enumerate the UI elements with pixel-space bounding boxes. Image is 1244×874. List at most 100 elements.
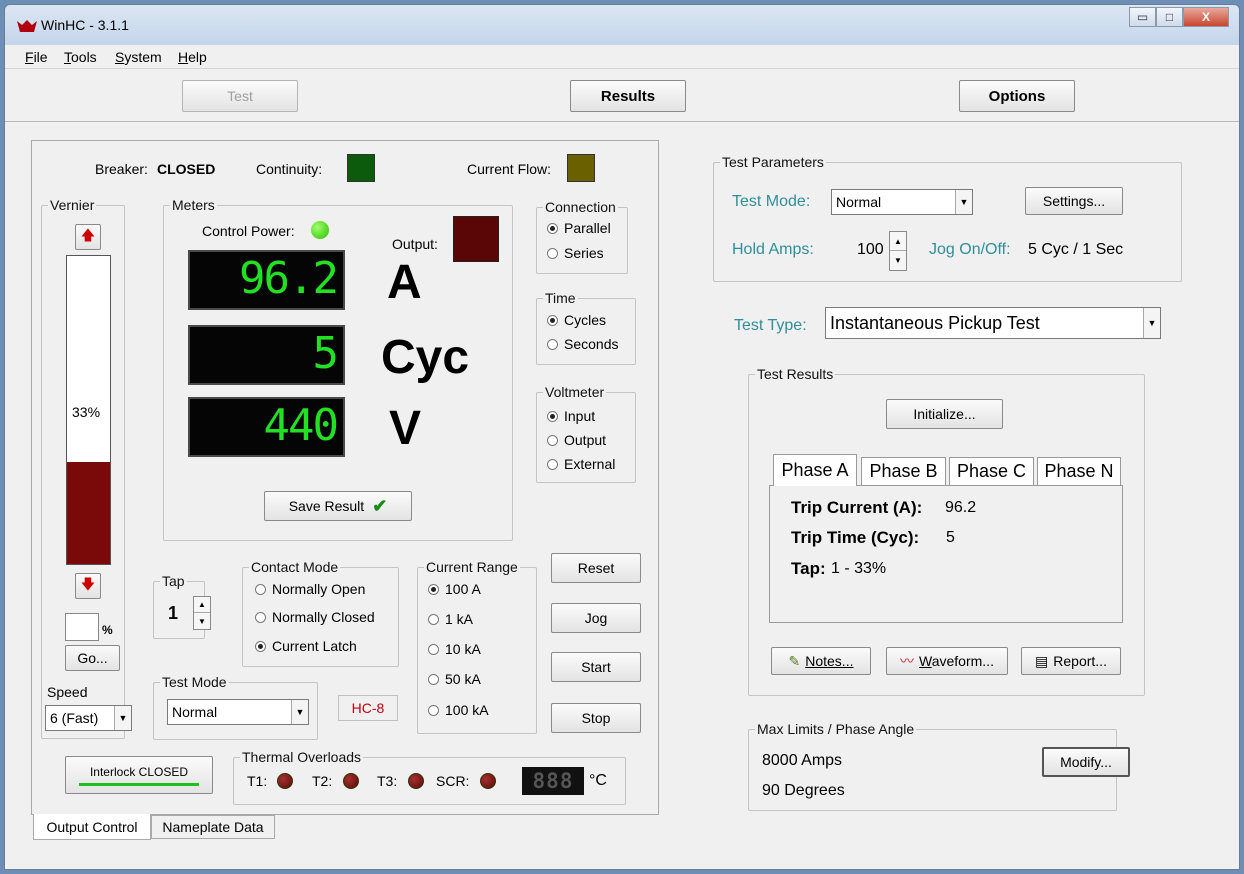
chevron-down-icon: ▼ [955,190,972,214]
meters-label: Meters [170,197,217,213]
spin-down-icon[interactable]: ▼ [194,613,210,629]
amps-unit: A [387,256,422,309]
hold-amps-spinner[interactable]: ▲ ▼ [889,231,907,271]
vernier-up-button[interactable]: 🡅 [75,224,101,250]
arrow-up-icon: 🡅 [80,227,96,243]
spin-down-icon[interactable]: ▼ [890,251,906,270]
hold-amps-value: 100 [857,241,884,258]
report-button[interactable]: ▤ Report... [1021,647,1121,675]
tab-phase-a[interactable]: Phase A [773,454,857,486]
tab-nameplate-data[interactable]: Nameplate Data [151,815,275,839]
radio-series[interactable]: Series [547,245,604,261]
menu-system[interactable]: System [115,49,162,65]
radio-100ka[interactable]: 100 kA [428,702,489,718]
radio-dot [547,247,558,259]
options-button[interactable]: Options [959,80,1075,112]
interlock-status-bar [79,782,199,786]
test-results-label: Test Results [755,366,836,382]
trip-current-label: Trip Current (A): [791,498,923,517]
breaker-status: CLOSED [157,161,216,177]
radio-dot [428,613,439,625]
chevron-down-icon: ▼ [291,700,308,724]
radio-50ka[interactable]: 50 kA [428,671,481,687]
menu-help[interactable]: Help [178,49,207,65]
interlock-button[interactable]: Interlock CLOSED [65,756,213,794]
radio-normally-open[interactable]: Normally Open [255,581,365,597]
notes-button[interactable]: ✎ Notes... [771,647,871,675]
app-window: WinHC - 3.1.1 ▭ □ X File Tools System He… [4,4,1240,870]
radio-external[interactable]: External [547,456,615,472]
jog-button[interactable]: Jog [551,603,641,633]
current-range-label: Current Range [424,559,520,575]
radio-seconds[interactable]: Seconds [547,336,618,352]
test-mode-param-label: Test Mode: [732,193,811,210]
window-title: WinHC - 3.1.1 [41,17,129,33]
initialize-button[interactable]: Initialize... [886,399,1003,429]
speed-select[interactable]: 6 (Fast) ▼ [45,705,132,731]
save-result-button[interactable]: Save Result ✔ [264,491,412,521]
test-mode-select[interactable]: Normal ▼ [167,699,309,725]
stop-button[interactable]: Stop [551,703,641,733]
tap-spinner[interactable]: ▲ ▼ [193,596,211,630]
jog-on-off-label: Jog On/Off: [929,241,1011,258]
continuity-label: Continuity: [256,161,323,177]
menu-file[interactable]: File [25,49,48,65]
cycles-display: 5 [188,325,345,385]
tab-phase-c[interactable]: Phase C [949,457,1034,486]
max-amps-value: 8000 Amps [762,752,843,769]
vernier-down-button[interactable]: 🡇 [75,573,101,599]
go-button[interactable]: Go... [65,645,120,671]
spin-up-icon[interactable]: ▲ [194,597,210,613]
test-type-select[interactable]: Instantaneous Pickup Test ▼ [825,307,1161,339]
jog-on-off-value: 5 Cyc / 1 Sec [1028,241,1124,258]
minimize-button[interactable]: ▭ [1129,7,1156,27]
maximize-button[interactable]: □ [1156,7,1183,27]
chevron-down-icon: ▼ [114,706,131,730]
waveform-button[interactable]: 〰 Waveform... [886,647,1008,675]
close-button[interactable]: X [1183,7,1229,27]
radio-current-latch[interactable]: Current Latch [255,638,357,654]
radio-10ka[interactable]: 10 kA [428,641,481,657]
connection-group: Connection [536,199,628,274]
vernier-percent-input[interactable] [65,613,99,641]
test-mode-param-select[interactable]: Normal ▼ [831,189,973,215]
amps-display: 96.2 [188,250,345,310]
settings-button[interactable]: Settings... [1025,187,1123,215]
t2-indicator [343,773,359,789]
connection-label: Connection [543,199,618,215]
trip-time-label: Trip Time (Cyc): [791,528,920,547]
radio-100a[interactable]: 100 A [428,581,481,597]
radio-parallel[interactable]: Parallel [547,220,611,236]
test-button[interactable]: Test [182,80,298,112]
limits-label: Max Limits / Phase Angle [755,721,917,737]
trip-current-value: 96.2 [945,499,977,516]
start-button[interactable]: Start [551,652,641,682]
tab-phase-n[interactable]: Phase N [1037,457,1121,486]
tap-label: Tap [160,573,187,589]
scr-label: SCR: [436,773,470,789]
radio-normally-closed[interactable]: Normally Closed [255,609,375,625]
reset-button[interactable]: Reset [551,553,641,583]
radio-1ka[interactable]: 1 kA [428,611,473,627]
radio-output[interactable]: Output [547,432,606,448]
radio-input[interactable]: Input [547,408,595,424]
percent-unit: % [102,623,113,637]
spin-up-icon[interactable]: ▲ [890,232,906,251]
radio-dot [547,338,558,350]
model-badge: HC-8 [338,695,398,721]
current-flow-indicator [567,154,595,182]
cycles-unit: Cyc [381,331,470,384]
t3-label: T3: [377,773,398,789]
radio-dot [428,583,439,595]
tab-phase-b[interactable]: Phase B [861,457,946,486]
tab-output-control[interactable]: Output Control [33,814,151,840]
menu-tools[interactable]: Tools [64,49,97,65]
notes-icon: ✎ [788,652,801,669]
modify-button[interactable]: Modify... [1042,747,1130,777]
test-parameters-label: Test Parameters [720,154,826,170]
radio-dot [547,222,558,234]
radio-cycles[interactable]: Cycles [547,312,606,328]
radio-dot [428,704,439,716]
results-button[interactable]: Results [570,80,686,112]
scr-indicator [480,773,496,789]
